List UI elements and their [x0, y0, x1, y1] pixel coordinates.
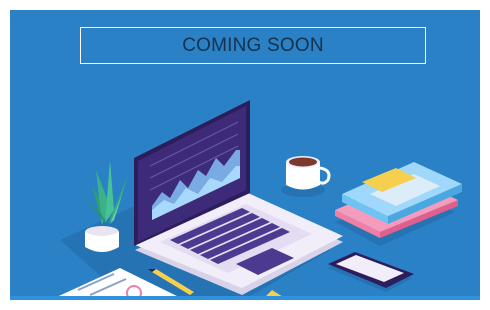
- coffee-mug-icon: [281, 156, 331, 197]
- books-icon: [335, 162, 462, 246]
- workspace-illustration: [50, 100, 462, 300]
- hero-banner: COMING SOON: [10, 10, 480, 300]
- bottom-strip: [10, 296, 480, 300]
- smartphone-icon: [328, 252, 414, 292]
